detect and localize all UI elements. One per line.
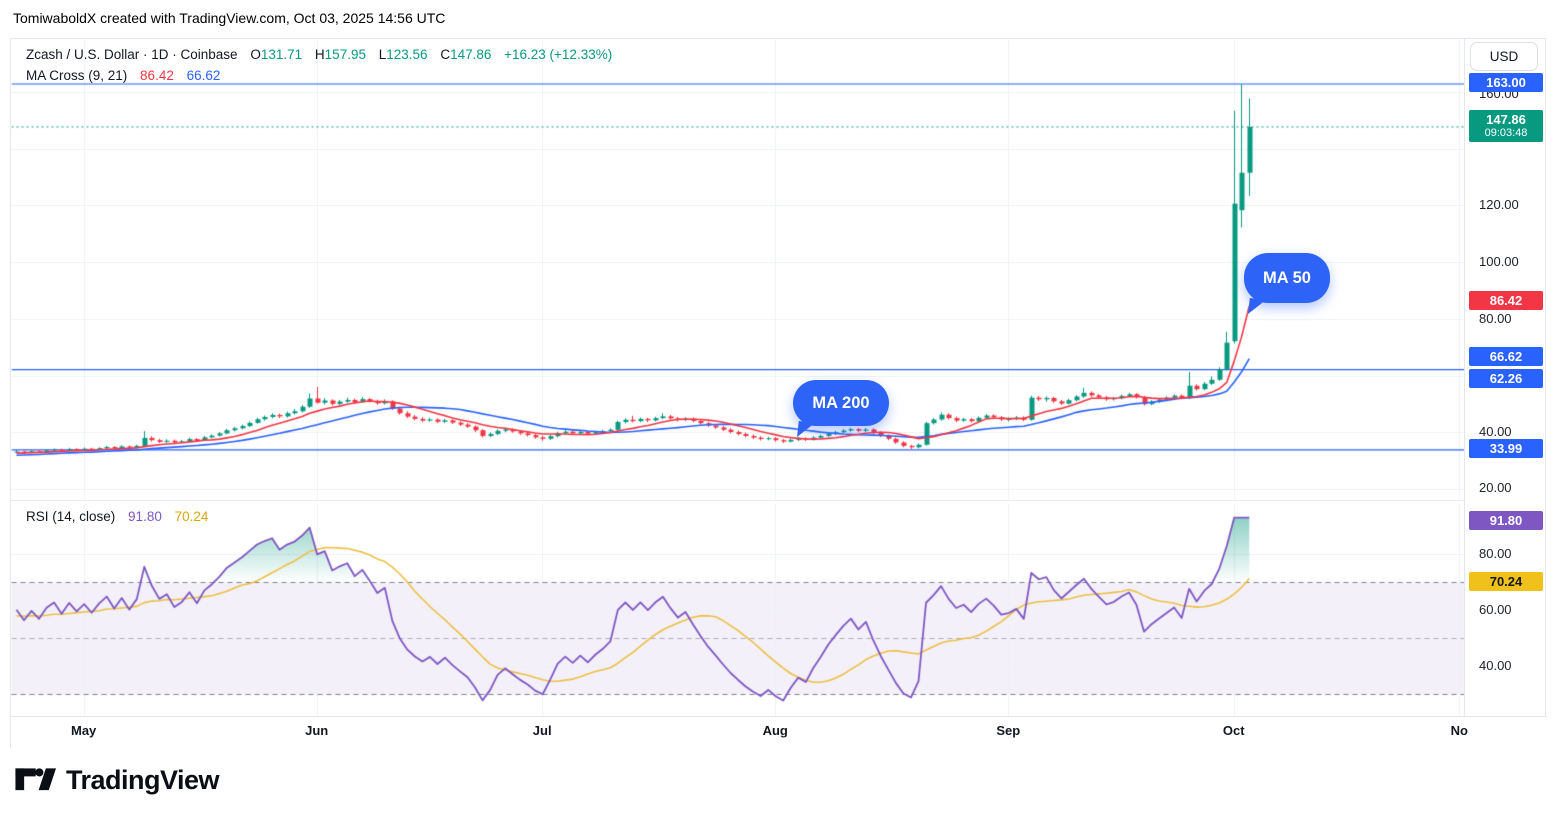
chart-widget: Zcash / U.S. Dollar · 1D · Coinbase O131… (10, 38, 1547, 749)
tradingview-icon (15, 768, 56, 791)
ohlc-low-value: 123.56 (386, 47, 428, 62)
ohlc-open-value: 131.71 (260, 47, 303, 62)
ma-50-callout[interactable]: MA 50 (1244, 253, 1330, 314)
time-axis-label-may: May (70, 723, 97, 738)
price-scale-label: 20.00 (1479, 480, 1512, 495)
rsi-legend[interactable]: RSI (14, close) 91.80 70.24 (26, 509, 208, 524)
ma-cross-row[interactable]: MA Cross (9, 21) 86.42 66.62 (26, 65, 612, 86)
ohlc-change-value: +16.23 (+12.33%) (504, 47, 613, 62)
footer-logo: TradingView (14, 764, 220, 796)
rsi-ma-value: 70.24 (174, 509, 209, 524)
chart-canvas[interactable] (11, 39, 1547, 749)
ma-50-callout-label: MA 50 (1263, 268, 1311, 287)
price-scale-label: 163.00 (1469, 73, 1543, 92)
ohlc-high-key: H (314, 47, 325, 62)
time-axis-label-aug: Aug (762, 723, 788, 738)
ma-cross-label: MA Cross (9, 21) (26, 68, 128, 83)
time-axis-label-jul: Jul (532, 723, 552, 738)
price-scale-label: 66.62 (1469, 347, 1543, 366)
countdown-timer: 09:03:48 (1484, 127, 1528, 139)
ma-200-callout-label: MA 200 (812, 393, 870, 412)
symbol-row[interactable]: Zcash / U.S. Dollar · 1D · Coinbase O131… (26, 44, 612, 65)
time-axis-label-sep: Sep (996, 723, 1021, 738)
time-axis-label-no: No (1450, 723, 1468, 738)
ohlc-open-key: O (250, 47, 261, 62)
price-scale-label: 120.00 (1479, 197, 1519, 212)
ohlc-high-value: 157.95 (324, 47, 366, 62)
credit-line: TomiwaboldX created with TradingView.com… (13, 10, 446, 26)
tradingview-wordmark: TradingView (66, 764, 220, 795)
ohlc-close-value: 147.86 (450, 47, 492, 62)
ma-200-callout[interactable]: MA 200 (793, 380, 889, 437)
rsi-scale-label: 40.00 (1479, 658, 1512, 673)
price-scale-label: 62.26 (1469, 369, 1543, 388)
rsi-scale[interactable]: 80.00 60.00 40.00 91.80 70.24 (1465, 501, 1547, 716)
pane-separator (11, 500, 1464, 501)
page: TomiwaboldX created with TradingView.com… (0, 0, 1561, 824)
price-scale-label: 147.86 09:03:48 (1469, 110, 1543, 142)
rsi-label: RSI (14, close) (26, 509, 116, 524)
rsi-scale-label: 91.80 (1469, 511, 1543, 530)
symbol-title: Zcash / U.S. Dollar · 1D · Coinbase (26, 47, 238, 62)
price-scale-label: 80.00 (1479, 311, 1512, 326)
ohlc-close-key: C (440, 47, 451, 62)
ma-slow-value: 66.62 (186, 68, 221, 83)
price-scale-label: 40.00 (1479, 424, 1512, 439)
price-scale[interactable]: USD 160.00 120.00 100.00 80.00 40.00 20.00 163… (1465, 39, 1547, 501)
rsi-scale-label: 70.24 (1469, 572, 1543, 591)
price-scale-label: 100.00 (1479, 254, 1519, 269)
rsi-value: 91.80 (128, 509, 162, 524)
time-axis[interactable]: May Jun Jul Aug Sep Oct No (11, 717, 1547, 749)
price-legend: Zcash / U.S. Dollar · 1D · Coinbase O131… (26, 44, 612, 86)
price-scale-label: 33.99 (1469, 439, 1543, 458)
time-axis-label-jun: Jun (305, 723, 329, 738)
price-scale-label: 86.42 (1469, 291, 1543, 310)
ma-fast-value: 86.42 (140, 68, 174, 83)
currency-button[interactable]: USD (1470, 42, 1538, 71)
rsi-scale-label: 60.00 (1479, 602, 1512, 617)
time-axis-label-oct: Oct (1222, 723, 1245, 738)
rsi-scale-label: 80.00 (1479, 546, 1512, 561)
